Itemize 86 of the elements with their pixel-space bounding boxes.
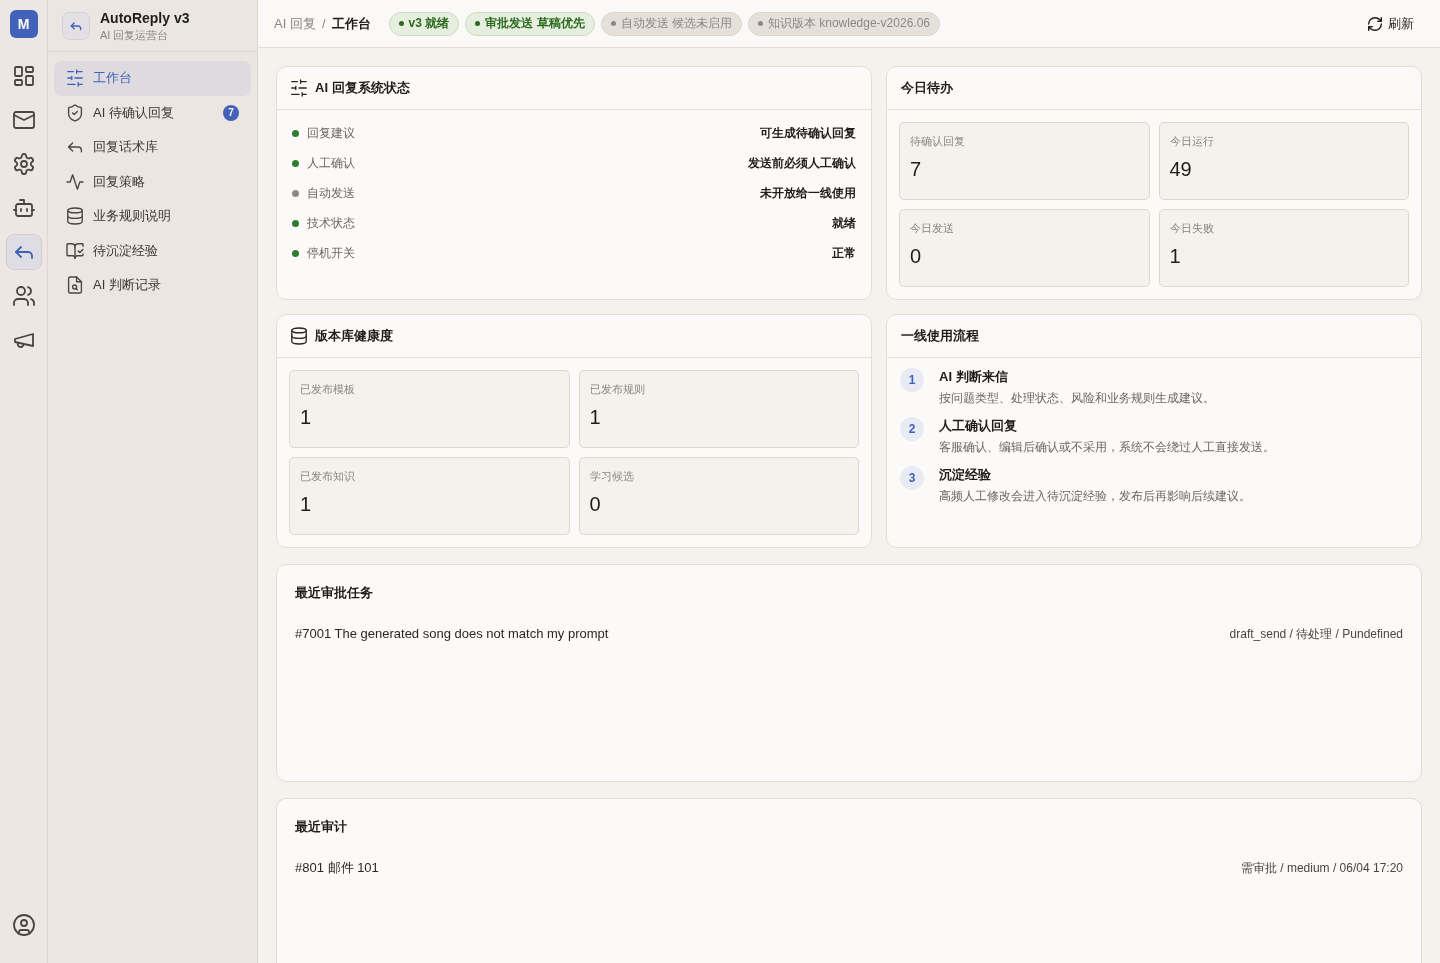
stat-value: 49 <box>1169 157 1193 182</box>
status-value: 发送前必须人工确认 <box>748 154 856 172</box>
app-subtitle: AI 回复运营台 <box>100 27 170 42</box>
status-dot-icon <box>475 21 481 26</box>
pulse-line-icon <box>67 173 83 190</box>
status-label: 人工确认 <box>307 154 355 172</box>
stat-value: 7 <box>910 157 923 182</box>
nav-item[interactable]: 回复话术库 <box>54 130 251 165</box>
dashboard-icon <box>13 66 34 86</box>
sliders-icon <box>291 80 307 96</box>
task-summary: #7001 The generated song does not match my prompt <box>295 625 609 643</box>
panel-title: 最近审批任务 <box>295 584 374 602</box>
panel-title: AI 回复系统状态 <box>315 79 410 97</box>
mail-icon <box>13 110 34 130</box>
count-badge: 7 <box>223 104 239 121</box>
audit-summary: #801 邮件 101 <box>295 859 379 877</box>
stat-label: 学习候选 <box>589 469 635 484</box>
status-dot-icon <box>610 21 616 26</box>
megaphone-icon <box>13 330 34 350</box>
stat-value: 1 <box>300 492 313 517</box>
status-dot-icon <box>757 21 763 26</box>
stat-label: 今日失败 <box>1169 221 1215 236</box>
database-icon <box>291 328 307 344</box>
step-description: 高频人工修改会进入待沉淀经验，发布后再影响后续建议。 <box>939 488 1251 505</box>
stat-label: 已发布知识 <box>300 469 356 484</box>
stat-label: 待确认回复 <box>910 134 966 149</box>
breadcrumb-link[interactable]: AI 回复 <box>274 14 316 33</box>
refresh-icon <box>1368 16 1382 31</box>
database-icon <box>67 208 83 225</box>
panel-title: 最近审计 <box>295 818 348 836</box>
stat-label: 今日运行 <box>1169 134 1215 149</box>
status-value: 未开放给一线使用 <box>760 184 856 202</box>
workspace-avatar: M <box>9 10 38 38</box>
rail-nav-button[interactable] <box>5 234 42 270</box>
reply-logo-icon <box>62 11 90 40</box>
status-label: 自动发送 <box>307 184 355 202</box>
stat-value: 1 <box>1169 244 1182 269</box>
step-title: AI 判断来信 <box>939 368 1009 386</box>
audit-meta: 需审批 / medium / 06/04 17:20 <box>1240 860 1403 877</box>
panel-title: 今日待办 <box>901 79 953 97</box>
settings-icon <box>13 154 34 174</box>
robot-icon <box>13 198 34 218</box>
breadcrumb-current: 工作台 <box>331 14 371 33</box>
step-title: 沉淀经验 <box>939 466 992 484</box>
status-label: 技术状态 <box>307 214 355 232</box>
step-description: 按问题类型、处理状态、风险和业务规则生成建议。 <box>939 390 1215 407</box>
status-value: 可生成待确认回复 <box>760 124 856 142</box>
user-circle-icon <box>13 915 34 935</box>
status-value: 正常 <box>832 244 856 262</box>
task-meta: draft_send / 待处理 / Pundefined <box>1229 626 1403 643</box>
panel-title: 一线使用流程 <box>901 327 979 345</box>
status-label: 回复建议 <box>307 124 355 142</box>
refresh-button[interactable]: 刷新 <box>1362 10 1420 37</box>
breadcrumb-separator: / <box>321 16 326 31</box>
stat-value: 0 <box>589 492 602 517</box>
nav-item[interactable]: 回复策略 <box>54 164 251 199</box>
stat-value: 0 <box>910 244 923 269</box>
sliders-icon <box>67 70 83 87</box>
users-icon <box>13 286 34 306</box>
status-dot-icon <box>398 21 404 26</box>
step-number: 2 <box>900 417 924 441</box>
stat-label: 已发布模板 <box>300 382 356 397</box>
status-value: 就绪 <box>832 214 856 232</box>
status-tag: 审批发送 草稿优先 <box>465 11 595 36</box>
file-search-icon <box>67 277 83 294</box>
status-tag: 知识版本 knowledge-v2026.06 <box>747 11 940 36</box>
nav-item[interactable]: 待沉淀经验 <box>54 233 251 268</box>
book-check-icon <box>67 242 83 259</box>
stat-label: 今日发送 <box>910 221 955 236</box>
nav-item[interactable]: 业务规则说明 <box>54 199 251 234</box>
status-tag: v3 就绪 <box>388 11 460 36</box>
step-description: 客服确认、编辑后确认或不采用，系统不会绕过人工直接发送。 <box>939 439 1275 456</box>
stat-value: 1 <box>589 405 602 430</box>
nav-item[interactable]: AI 待确认回复 7 <box>54 95 251 130</box>
status-label: 停机开关 <box>307 244 355 262</box>
panel-title: 版本库健康度 <box>315 327 393 345</box>
shield-check-icon <box>67 104 83 121</box>
nav-item[interactable]: 工作台 <box>54 61 251 96</box>
stat-value: 1 <box>300 405 313 430</box>
stat-label: 已发布规则 <box>589 382 646 397</box>
status-tag: 自动发送 候选未启用 <box>600 11 742 36</box>
step-number: 1 <box>900 368 924 392</box>
nav-item[interactable]: AI 判断记录 <box>54 268 251 303</box>
step-title: 人工确认回复 <box>939 417 1018 435</box>
step-number: 3 <box>900 466 924 490</box>
app-title: AutoReply v3 <box>100 9 190 27</box>
